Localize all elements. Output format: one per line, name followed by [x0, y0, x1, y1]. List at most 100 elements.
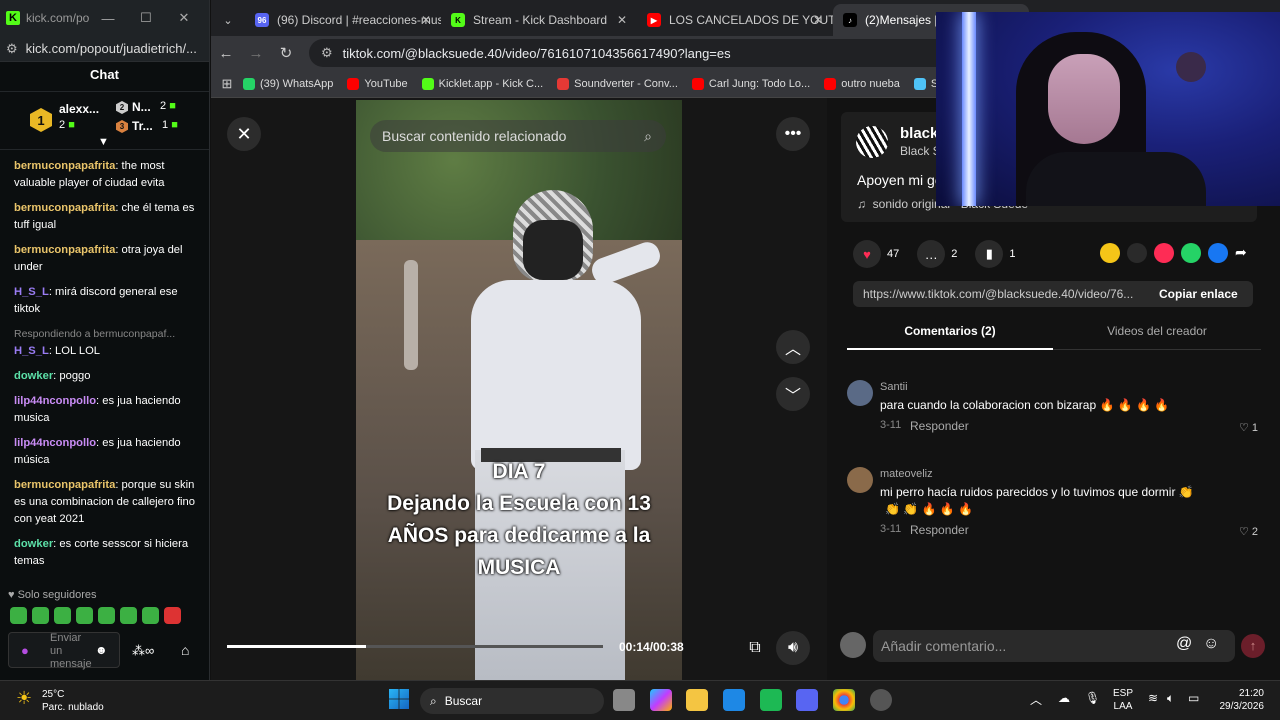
- chat-username[interactable]: lilp44nconpollo: [14, 437, 96, 449]
- like-button[interactable]: ♥: [853, 240, 881, 268]
- weather-icon[interactable]: ☀: [16, 688, 32, 709]
- chat-input[interactable]: ● Enviar un mensaje ☻: [8, 632, 120, 670]
- bookmark-item[interactable]: YouTube: [347, 77, 408, 90]
- volume-icon[interactable]: 🔈︎: [1167, 691, 1174, 706]
- reload-button[interactable]: ↻: [271, 44, 301, 62]
- bookmark-item[interactable]: Carl Jung: Todo Lo...: [691, 77, 810, 90]
- close-video-button[interactable]: ✕: [227, 117, 261, 151]
- back-button[interactable]: ←: [211, 45, 241, 62]
- chat-username[interactable]: dowker: [14, 370, 53, 382]
- emote-icon[interactable]: [32, 607, 49, 624]
- chat-username[interactable]: H_S_L: [14, 345, 49, 357]
- comment-avatar[interactable]: [847, 467, 873, 493]
- browser-tab[interactable]: 96 (96) Discord | #reacciones-mus ✕: [245, 4, 441, 36]
- minimize-button[interactable]: —: [89, 11, 127, 26]
- browser-tab[interactable]: K Stream - Kick Dashboard ✕: [441, 4, 637, 36]
- bookmark-item[interactable]: Soundverter - Conv...: [557, 77, 678, 90]
- search-icon[interactable]: ⌕: [644, 128, 652, 145]
- microphone-icon[interactable]: ●: [21, 643, 29, 658]
- kick-url-bar[interactable]: ⚙ kick.com/popout/juadietrich/...: [0, 36, 209, 62]
- close-tab-icon[interactable]: ✕: [421, 13, 431, 27]
- creator-avatar[interactable]: [856, 126, 888, 158]
- leader-1-name[interactable]: alexx...: [59, 102, 99, 116]
- tab-comments[interactable]: Comentarios (2): [847, 324, 1053, 350]
- task-view-icon[interactable]: [613, 689, 635, 711]
- weather-widget[interactable]: 25°C Parc. nublado: [42, 688, 104, 714]
- video-link-text[interactable]: https://www.tiktok.com/@blacksuede.40/vi…: [863, 287, 1148, 301]
- close-tab-icon[interactable]: ✕: [813, 13, 823, 27]
- leader-2-name[interactable]: N...: [132, 100, 151, 114]
- bookmark-button[interactable]: ▮: [975, 240, 1004, 268]
- tray-mic-icon[interactable]: 🎙︎: [1085, 691, 1100, 705]
- facebook-share-icon[interactable]: [1208, 243, 1228, 263]
- emote-icon[interactable]: [76, 607, 93, 624]
- taskbar-search[interactable]: ⌕ Buscar: [420, 688, 604, 714]
- emote-icon[interactable]: [120, 607, 137, 624]
- previous-video-button[interactable]: ︿: [776, 330, 810, 364]
- discord-icon[interactable]: [796, 689, 818, 711]
- related-search-input[interactable]: Buscar contenido relacionado ⌕: [370, 120, 666, 152]
- comment-button[interactable]: …: [917, 240, 946, 268]
- url-input[interactable]: ⚙ tiktok.com/@blacksuede.40/video/761610…: [309, 39, 1009, 67]
- emote-icon[interactable]: [164, 607, 181, 624]
- reply-button[interactable]: Responder: [910, 419, 969, 433]
- leader-3-name[interactable]: Tr...: [132, 119, 153, 133]
- chat-username[interactable]: lilp44nconpollo: [14, 395, 96, 407]
- comment-user[interactable]: Santii: [880, 381, 908, 393]
- emote-icon[interactable]: [10, 607, 27, 624]
- maximize-button[interactable]: ☐: [127, 10, 165, 26]
- bookmark-item[interactable]: Kicklet.app - Kick C...: [421, 77, 543, 90]
- obs-icon[interactable]: [870, 689, 892, 711]
- emote-icon[interactable]: [98, 607, 115, 624]
- emote-icon[interactable]: [142, 607, 159, 624]
- wifi-icon[interactable]: ≋: [1148, 691, 1158, 705]
- send-share-icon[interactable]: [1154, 243, 1174, 263]
- clock[interactable]: 21:20 29/3/2026: [1216, 687, 1265, 713]
- chrome-icon[interactable]: [833, 689, 855, 711]
- comment-avatar[interactable]: [847, 380, 873, 406]
- emote-icon[interactable]: [54, 607, 71, 624]
- copilot-icon[interactable]: [650, 689, 672, 711]
- share-arrow-icon[interactable]: ➦: [1235, 244, 1247, 261]
- expand-leaderboard-icon[interactable]: ▼: [98, 136, 109, 148]
- emoji-icon[interactable]: ☻: [95, 643, 108, 657]
- apps-grid-icon[interactable]: ⊞: [211, 76, 243, 92]
- coin-share-icon[interactable]: [1100, 243, 1120, 263]
- copy-link-button[interactable]: Copiar enlace: [1159, 287, 1238, 301]
- miniplayer-icon[interactable]: ⧉: [738, 631, 772, 665]
- close-window-button[interactable]: ✕: [165, 10, 203, 26]
- comment-user[interactable]: mateoveliz: [880, 468, 933, 480]
- tray-cloud-icon[interactable]: ☁: [1058, 691, 1070, 705]
- battery-icon[interactable]: ▭: [1188, 691, 1199, 705]
- store-icon[interactable]: ⌂: [181, 642, 189, 658]
- emoji-icon[interactable]: ☺: [1203, 635, 1219, 653]
- excel-icon[interactable]: [760, 689, 782, 711]
- bookmark-item[interactable]: outro nueba: [824, 77, 900, 90]
- next-video-button[interactable]: ﹀: [776, 377, 810, 411]
- chat-username[interactable]: bermuconpapafrita: [14, 202, 115, 214]
- chat-username[interactable]: bermuconpapafrita: [14, 244, 115, 256]
- chat-username[interactable]: bermuconpapafrita: [14, 160, 115, 172]
- post-comment-button[interactable]: ↑: [1241, 634, 1265, 658]
- chat-username[interactable]: H_S_L: [14, 286, 49, 298]
- more-options-icon[interactable]: ⁂∞: [132, 643, 154, 659]
- browser-tab[interactable]: ▶ LOS CANCELADOS DE YOUTUBE✕: [637, 4, 833, 36]
- site-settings-icon[interactable]: ⚙: [6, 41, 18, 57]
- tab-search-icon[interactable]: ⌄: [211, 4, 245, 36]
- site-info-icon[interactable]: ⚙: [321, 45, 333, 61]
- reply-button[interactable]: Responder: [910, 523, 969, 537]
- volume-icon[interactable]: 🔊︎: [776, 631, 810, 665]
- mention-icon[interactable]: @: [1176, 635, 1192, 653]
- word-icon[interactable]: [723, 689, 745, 711]
- bookmark-item[interactable]: (39) WhatsApp: [243, 77, 333, 90]
- video-progress-bar[interactable]: [227, 645, 603, 648]
- creator-name[interactable]: black: [900, 125, 938, 142]
- comment-like-button[interactable]: ♡ 2: [1239, 525, 1258, 538]
- tab-creator-videos[interactable]: Videos del creador: [1053, 324, 1261, 350]
- close-tab-icon[interactable]: ✕: [617, 13, 627, 27]
- video-player[interactable]: DIA 7 Dejando la Escuela con 13 AÑOS par…: [356, 100, 682, 680]
- whatsapp-share-icon[interactable]: [1181, 243, 1201, 263]
- chat-username[interactable]: bermuconpapafrita: [14, 479, 115, 491]
- add-comment-input[interactable]: Añadir comentario... @ ☺: [873, 630, 1235, 662]
- chat-username[interactable]: dowker: [14, 538, 53, 550]
